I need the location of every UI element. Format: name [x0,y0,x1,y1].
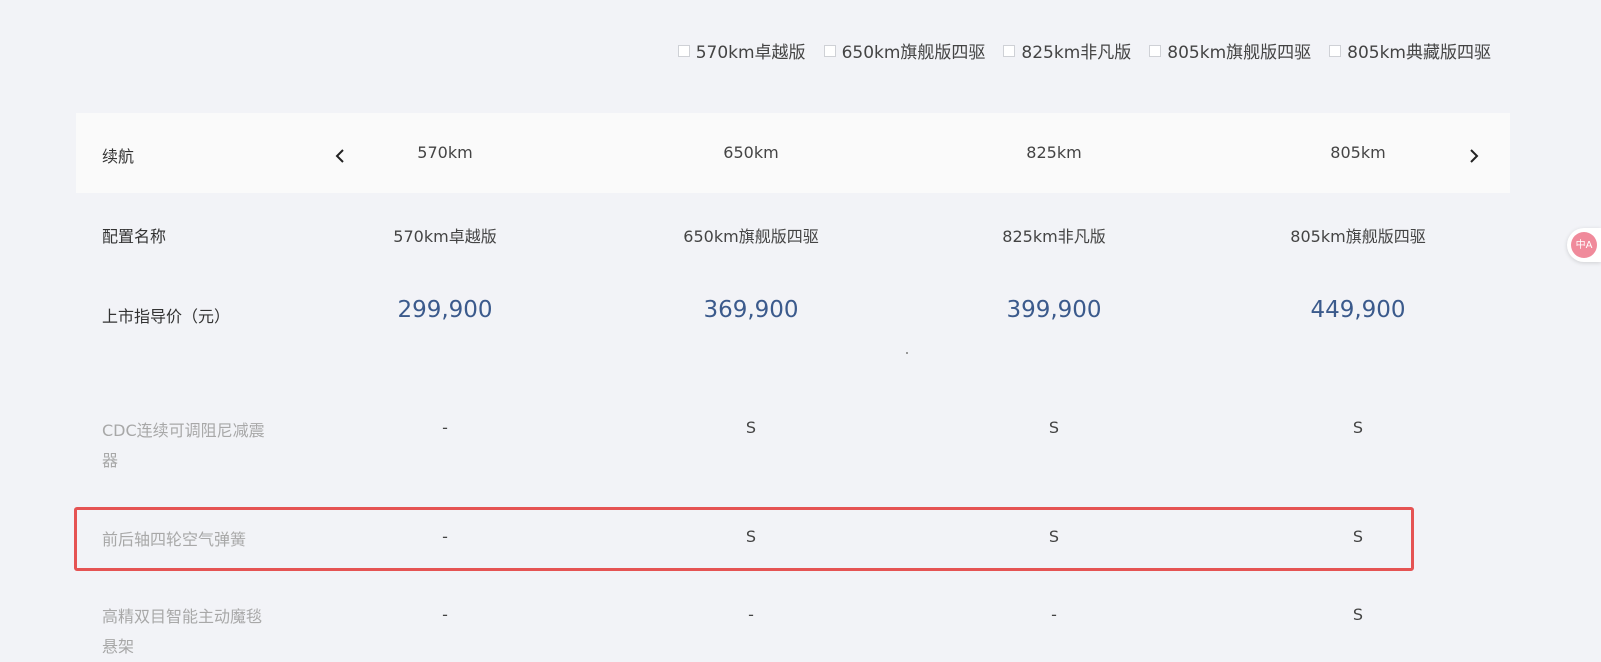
price-label: 上市指导价（元） [102,307,231,326]
checkbox[interactable] [1003,44,1016,57]
feature-label-line: 高精双目智能主动魔毯 [102,607,263,626]
range-label: 续航 [102,147,135,166]
checkbox[interactable] [823,44,836,57]
feature-value: S [1352,527,1364,546]
filter-650km[interactable]: 650km旗舰版四驱 [823,38,986,63]
feature-label-line: 前后轴四轮空气弹簧 [102,530,247,549]
filter-825km[interactable]: 825km非凡版 [1003,38,1131,63]
price-value: 399,900 [1006,297,1102,323]
config-name-value: 650km旗舰版四驱 [683,227,819,246]
feature-value: S [745,527,757,546]
feature-value: S [1048,527,1060,546]
feature-label-line: 悬架 [102,637,135,656]
price-value: 299,900 [397,297,493,323]
filter-label: 805km典藏版四驱 [1347,43,1491,63]
range-value: 570km [417,143,473,162]
checkbox[interactable] [677,44,690,57]
feature-value: S [1352,418,1364,437]
feature-label: 高精双目智能主动魔毯 悬架 [102,602,302,662]
config-name-value: 825km非凡版 [1002,227,1106,246]
filter-label: 650km旗舰版四驱 [841,43,986,63]
version-filter-bar: 570km卓越版 650km旗舰版四驱 825km非凡版 805km旗舰版四驱 … [677,38,1491,63]
feature-value: - [1051,605,1057,624]
filter-805km-flagship[interactable]: 805km旗舰版四驱 [1149,38,1311,63]
price-value: 449,900 [1310,297,1406,323]
feature-label: 前后轴四轮空气弹簧 [102,526,246,550]
filter-570km[interactable]: 570km卓越版 [677,38,806,63]
feature-label-line: 器 [102,451,119,470]
range-value: 825km [1026,143,1082,162]
filter-label: 570km卓越版 [695,43,806,63]
range-value: 805km [1330,143,1386,162]
feature-value: - [748,605,754,624]
feature-value: S [1352,605,1364,624]
config-name-label: 配置名称 [102,227,167,246]
divider-dot [906,352,908,354]
feature-value: S [1048,418,1060,437]
feature-label-line: CDC连续可调阻尼减震 [102,421,265,440]
price-value: 369,900 [703,297,799,323]
feature-value: - [442,527,448,546]
filter-805km-collector[interactable]: 805km典藏版四驱 [1329,38,1491,63]
filter-label: 805km旗舰版四驱 [1167,43,1312,63]
feature-value: - [442,605,448,624]
feature-value: S [745,418,757,437]
translate-widget[interactable]: 中A [1567,228,1601,262]
range-value: 650km [723,143,779,162]
feature-label: CDC连续可调阻尼减震 器 [102,416,302,476]
feature-value: - [442,418,448,437]
config-name-value: 805km旗舰版四驱 [1290,227,1426,246]
filter-label: 825km非凡版 [1021,43,1132,63]
config-name-value: 570km卓越版 [393,227,497,246]
checkbox[interactable] [1149,44,1162,57]
translate-icon: 中A [1571,232,1597,258]
checkbox[interactable] [1329,44,1342,57]
